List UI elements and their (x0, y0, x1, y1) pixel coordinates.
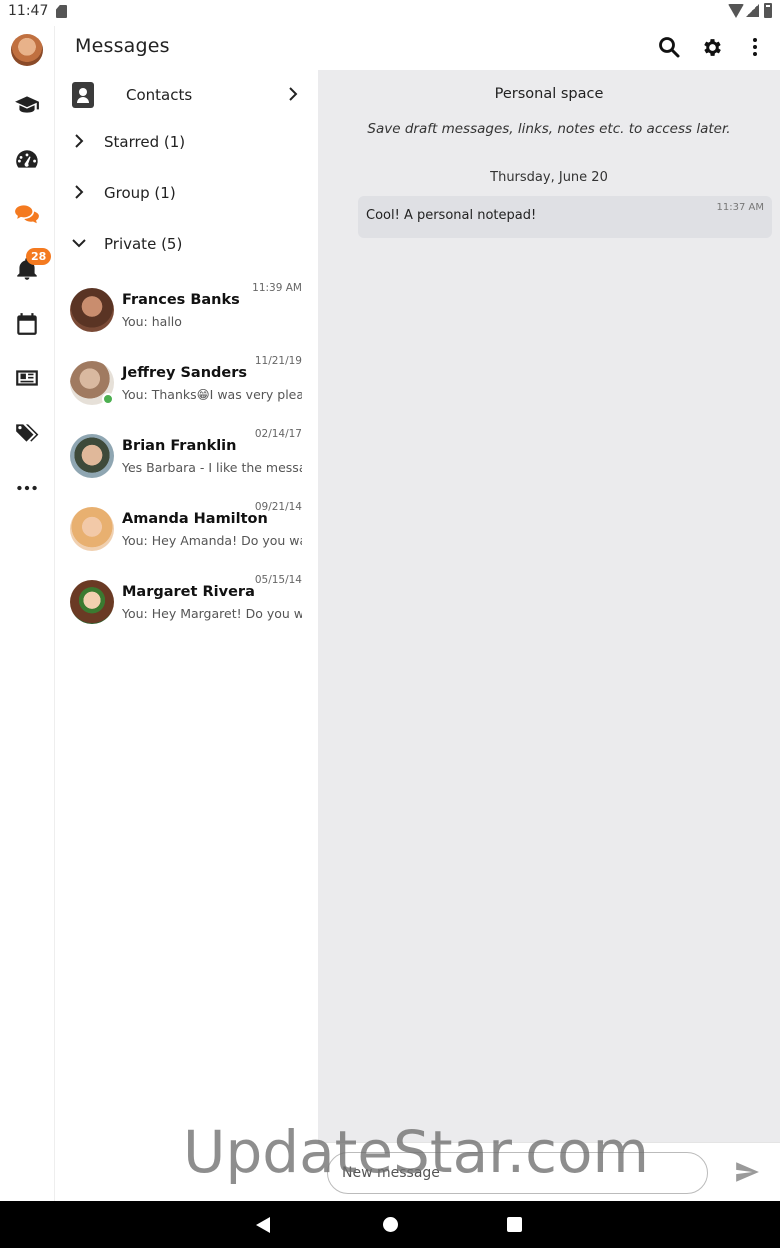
conversation-pane: Personal space Save draft messages, link… (318, 70, 780, 1201)
chevron-right-icon (75, 185, 84, 199)
rail-item-tags[interactable] (10, 416, 44, 450)
chat-list-item[interactable]: Brian Franklin 02/14/17 Yes Barbara - I … (56, 424, 318, 494)
contacts-row[interactable]: Contacts (56, 76, 318, 116)
rail-item-calendar[interactable] (10, 307, 44, 341)
home-icon[interactable] (383, 1217, 398, 1232)
system-nav-bar (0, 1201, 780, 1248)
chat-bubbles-icon (15, 205, 39, 224)
nav-rail: 28 (0, 26, 55, 1201)
chevron-right-icon (289, 87, 298, 101)
chat-list-item[interactable]: Frances Banks 11:39 AM You: hallo (56, 278, 318, 348)
section-label: Private (5) (104, 235, 183, 253)
contacts-label: Contacts (126, 86, 193, 104)
chat-name: Brian Franklin (122, 438, 237, 454)
chevron-down-icon (72, 239, 86, 248)
chat-preview: Yes Barbara - I like the message (122, 460, 302, 475)
chat-name: Frances Banks (122, 292, 240, 308)
message-composer (318, 1142, 780, 1201)
conversation-title: Personal space (494, 86, 604, 102)
dashboard-icon (16, 150, 38, 168)
recent-apps-icon[interactable] (507, 1217, 522, 1232)
rail-item-dashboard[interactable] (10, 143, 44, 177)
conversation-subtitle: Save draft messages, links, notes etc. t… (367, 121, 731, 137)
section-label: Group (1) (104, 184, 176, 202)
chat-date: 02/14/17 (254, 428, 302, 440)
wifi-icon (728, 4, 744, 18)
send-button[interactable] (734, 1159, 760, 1185)
back-icon[interactable] (256, 1217, 270, 1233)
section-label: Starred (1) (104, 133, 186, 151)
tags-icon (16, 424, 39, 442)
gear-icon (703, 38, 721, 56)
chat-list-item[interactable]: Amanda Hamilton 09/21/14 You: Hey Amanda… (56, 497, 318, 567)
chat-date: 09/21/14 (254, 501, 302, 513)
chat-preview: You: Thanks😁I was very pleased (122, 387, 302, 402)
conversation-list-panel: Contacts Starred (1) Group (1) Private (… (56, 70, 318, 1201)
chat-date: 05/15/14 (254, 574, 302, 586)
battery-icon (764, 3, 772, 18)
avatar (70, 507, 114, 551)
newspaper-icon (16, 370, 38, 386)
online-status-dot (102, 393, 114, 405)
chat-preview: You: Hey Amanda! Do you want (122, 533, 302, 548)
page-title: Messages (75, 35, 170, 57)
section-private[interactable]: Private (5) (56, 226, 318, 262)
chat-list-item[interactable]: Jeffrey Sanders 11/21/19 You: Thanks😁I w… (56, 351, 318, 421)
user-avatar[interactable] (11, 34, 43, 66)
status-bar: 11:47 (0, 0, 780, 26)
chat-date: 11/21/19 (254, 355, 302, 367)
avatar (70, 580, 114, 624)
chat-name: Jeffrey Sanders (122, 365, 248, 381)
send-icon (736, 1162, 759, 1182)
chevron-right-icon (75, 134, 84, 148)
graduation-cap-icon (15, 96, 39, 113)
search-button[interactable] (656, 34, 682, 60)
chat-name: Margaret Rivera (122, 584, 255, 600)
message-bubble[interactable]: Cool! A personal notepad! 11:37 AM (358, 196, 772, 238)
chat-preview: You: Hey Margaret! Do you want (122, 606, 302, 621)
avatar (70, 434, 114, 478)
chat-date: 11:39 AM (252, 282, 302, 294)
section-group[interactable]: Group (1) (56, 175, 318, 211)
status-time: 11:47 (8, 3, 49, 19)
new-message-input[interactable] (327, 1152, 708, 1194)
signal-icon (746, 4, 759, 17)
contacts-book-icon (72, 82, 94, 108)
sd-card-icon (56, 5, 67, 18)
chat-list-item[interactable]: Margaret Rivera 05/15/14 You: Hey Margar… (56, 570, 318, 640)
more-horizontal-icon (17, 485, 37, 491)
date-separator: Thursday, June 20 (490, 170, 608, 185)
rail-item-news[interactable] (10, 361, 44, 395)
section-starred[interactable]: Starred (1) (56, 124, 318, 160)
rail-item-courses[interactable] (10, 88, 44, 122)
rail-item-messages[interactable] (10, 197, 44, 231)
more-vertical-icon (753, 38, 757, 56)
chat-preview: You: hallo (122, 314, 182, 329)
message-time: 11:37 AM (716, 202, 764, 213)
rail-item-more[interactable] (10, 471, 44, 505)
notification-badge: 28 (26, 248, 52, 265)
overflow-menu-button[interactable] (742, 34, 768, 60)
calendar-icon (17, 313, 37, 335)
search-icon (659, 37, 680, 58)
chat-name: Amanda Hamilton (122, 511, 268, 527)
avatar (70, 288, 114, 332)
settings-button[interactable] (699, 34, 725, 60)
message-text: Cool! A personal notepad! (366, 208, 537, 223)
